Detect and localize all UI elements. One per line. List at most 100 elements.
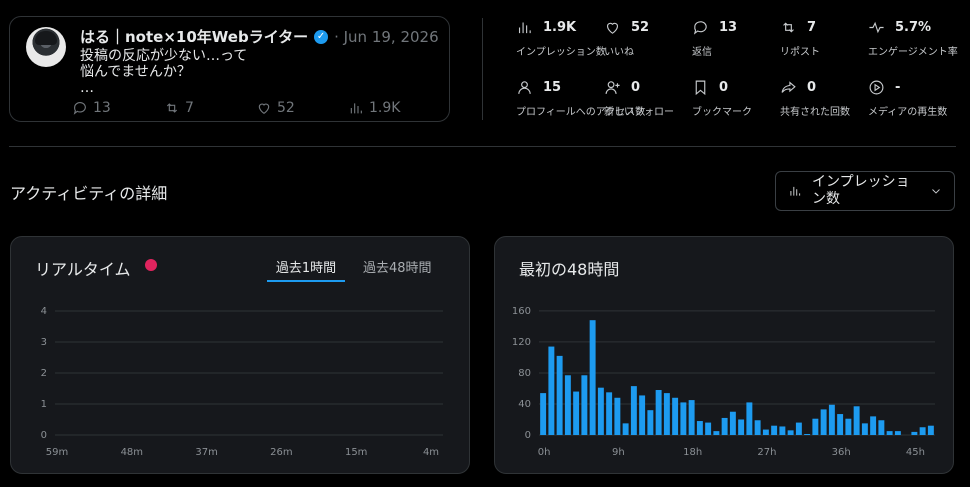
metric-value: 0 [631, 79, 641, 95]
metric-top: 1.9K [516, 18, 606, 36]
bar[interactable] [630, 386, 637, 435]
bar[interactable] [597, 387, 604, 435]
y-tick-label: 0 [525, 430, 531, 441]
y-tick-label: 1 [41, 399, 47, 410]
realtime-chart: 0 1 2 3 4 59m 48m 37m 26m 15m 4m [41, 306, 443, 458]
bar[interactable] [639, 395, 646, 435]
dropdown-label: インプレッション数 [812, 174, 910, 207]
bar[interactable] [911, 431, 918, 435]
metric-top: 0 [604, 78, 694, 96]
horizontal-divider [9, 146, 956, 147]
bar[interactable] [663, 393, 670, 435]
bar[interactable] [919, 427, 926, 435]
chevron-down-icon [932, 189, 940, 194]
bar[interactable] [837, 414, 844, 435]
bar[interactable] [614, 397, 621, 435]
metric-value: 7 [807, 19, 817, 35]
bar[interactable] [886, 431, 893, 435]
metric-heart: 52 いいね [604, 18, 694, 59]
metric-top: - [868, 78, 958, 96]
avatar[interactable] [26, 27, 66, 67]
bar[interactable] [820, 409, 827, 435]
metric-top: 0 [692, 78, 782, 96]
bar[interactable] [721, 417, 728, 435]
bar-chart-icon [790, 186, 801, 196]
bar[interactable] [564, 375, 571, 435]
views-count: 1.9K [369, 100, 401, 116]
y-tick-label: 40 [518, 399, 531, 410]
tweet-date: · Jun 19, 2026 [334, 27, 439, 46]
bar[interactable] [762, 429, 769, 435]
bar[interactable] [927, 425, 934, 435]
bar[interactable] [878, 420, 885, 435]
reply-button[interactable]: 13 [72, 100, 164, 116]
x-tick-label: 48m [121, 447, 143, 458]
bar[interactable] [812, 418, 819, 435]
heart-icon [606, 22, 619, 34]
like-button[interactable]: 52 [256, 100, 348, 116]
metric-top: 13 [692, 18, 782, 36]
tweet-header: はる｜note×10年Webライター ✓ · Jun 19, 2026 [80, 26, 439, 47]
views-button[interactable]: 1.9K [348, 100, 440, 116]
bar[interactable] [556, 355, 563, 435]
bar[interactable] [845, 418, 852, 435]
bar[interactable] [581, 375, 588, 435]
bar[interactable] [779, 426, 786, 435]
repost-count: 7 [185, 100, 194, 116]
bar[interactable] [647, 410, 654, 435]
repost-button[interactable]: 7 [164, 100, 256, 116]
x-tick-label: 15m [345, 447, 367, 458]
bar[interactable] [787, 430, 794, 435]
metric-engagement: 5.7% エンゲージメント率 [868, 18, 958, 59]
bar[interactable] [861, 423, 868, 435]
metric-dropdown[interactable]: インプレッション数 [775, 171, 955, 211]
tweet-card[interactable]: はる｜note×10年Webライター ✓ · Jun 19, 2026 投稿の反… [9, 16, 450, 122]
metric-label: 返信 [692, 47, 712, 58]
bar[interactable] [705, 422, 712, 435]
bar[interactable] [746, 402, 753, 435]
metric-value: 52 [631, 19, 650, 35]
x-tick-label: 36h [832, 447, 851, 458]
bar[interactable] [754, 420, 761, 435]
y-tick-label: 120 [512, 337, 531, 348]
activity-title: アクティビティの詳細 [10, 184, 168, 203]
bar[interactable] [795, 422, 802, 435]
metric-person: 15 プロフィールへのアクセス数 [516, 78, 645, 119]
bar[interactable] [540, 393, 547, 435]
metric-reply: 13 返信 [692, 18, 782, 59]
bar[interactable] [771, 425, 778, 435]
bar[interactable] [738, 419, 745, 435]
bar[interactable] [894, 431, 901, 435]
metric-top: 5.7% [868, 18, 958, 36]
engagement-icon [869, 21, 884, 33]
metric-share: 0 共有された回数 [780, 78, 870, 119]
y-tick-label: 80 [518, 368, 531, 379]
bar[interactable] [688, 400, 695, 435]
bar[interactable] [828, 404, 835, 435]
first-48-hours-panel: 最初の48時間 0 40 80 120 160 0h 9h 18h 27h 36h 45h [494, 236, 954, 474]
metric-top: 15 [516, 78, 606, 96]
bar[interactable] [870, 416, 877, 435]
bar[interactable] [589, 320, 596, 435]
y-tick-label: 3 [41, 337, 47, 348]
bar-chart-icon [350, 103, 362, 114]
bar[interactable] [853, 406, 860, 435]
bar[interactable] [622, 423, 629, 435]
metric-label: 新しいフォロー [604, 107, 674, 118]
tweet-text: 投稿の反応が少ない…って 悩んでませんか？ … [80, 48, 248, 96]
bar[interactable] [804, 434, 811, 435]
bar[interactable] [680, 402, 687, 435]
bar[interactable] [696, 421, 703, 435]
bar[interactable] [713, 431, 720, 435]
x-tick-label: 9h [612, 447, 625, 458]
bar[interactable] [729, 411, 736, 435]
author-name[interactable]: はる｜note×10年Webライター [80, 26, 308, 47]
metric-value: 15 [543, 79, 562, 95]
follow-icon [605, 80, 620, 94]
bar[interactable] [573, 391, 580, 435]
bar[interactable] [655, 390, 662, 435]
bar[interactable] [672, 397, 679, 435]
bar[interactable] [548, 346, 555, 435]
bar[interactable] [606, 392, 613, 435]
share-icon [781, 80, 796, 93]
